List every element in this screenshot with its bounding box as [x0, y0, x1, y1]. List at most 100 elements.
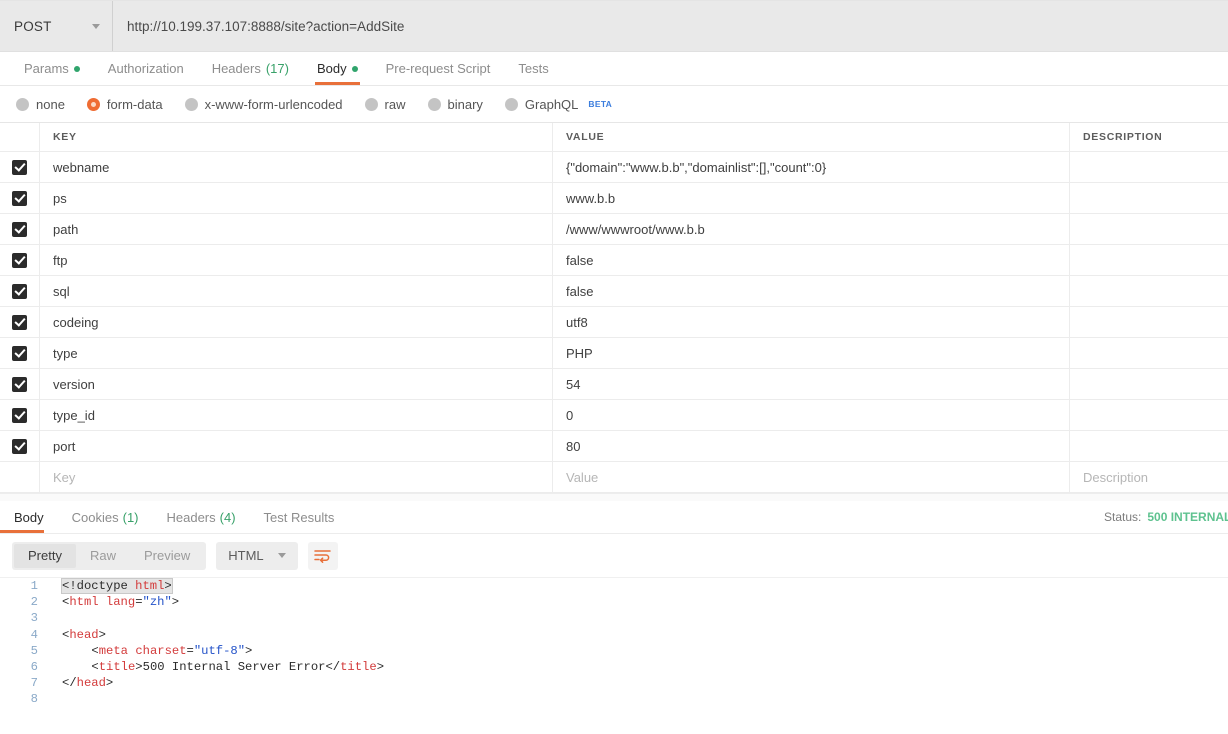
- row-value-cell[interactable]: utf8: [553, 307, 1070, 337]
- request-url-input[interactable]: http://10.199.37.107:8888/site?action=Ad…: [113, 1, 1228, 51]
- body-mode-form-data[interactable]: form-data: [83, 97, 175, 112]
- response-tab-headers[interactable]: Headers (4): [153, 501, 250, 533]
- body-mode-graphql[interactable]: GraphQL BETA: [501, 97, 624, 112]
- row-value-cell[interactable]: www.b.b: [553, 183, 1070, 213]
- row-key-cell[interactable]: type: [40, 338, 553, 368]
- row-key-cell[interactable]: path: [40, 214, 553, 244]
- row-checkbox[interactable]: [12, 252, 27, 268]
- header-key: KEY: [40, 123, 553, 151]
- code-token: >: [376, 659, 385, 674]
- row-value-cell[interactable]: 80: [553, 431, 1070, 461]
- row-value-cell[interactable]: PHP: [553, 338, 1070, 368]
- row-value-cell[interactable]: /www/wwwroot/www.b.b: [553, 214, 1070, 244]
- row-checkbox[interactable]: [12, 221, 27, 237]
- request-tab-pre-request-script[interactable]: Pre-request Script: [372, 52, 505, 85]
- row-checkbox[interactable]: [12, 376, 27, 392]
- response-format-select[interactable]: HTML: [216, 541, 298, 570]
- code-token: head: [69, 627, 99, 642]
- row-description-cell[interactable]: [1070, 152, 1228, 182]
- row-value-text: www.b.b: [566, 190, 616, 206]
- row-key-cell[interactable]: version: [40, 369, 553, 399]
- code-token: =: [186, 643, 194, 658]
- table-row: webname {"domain":"www.b.b","domainlist":…: [0, 152, 1228, 183]
- row-value-cell[interactable]: false: [553, 276, 1070, 306]
- code-token: >: [245, 643, 253, 658]
- row-description-cell[interactable]: [1070, 183, 1228, 213]
- row-description-cell[interactable]: [1070, 431, 1228, 461]
- response-tab-cookies[interactable]: Cookies (1): [58, 501, 153, 533]
- row-value-cell[interactable]: {"domain":"www.b.b","domainlist":[],"cou…: [553, 152, 1070, 182]
- code-token: >: [98, 627, 106, 642]
- body-mode-raw[interactable]: raw: [361, 97, 418, 112]
- row-checkbox[interactable]: [12, 407, 27, 423]
- code-token: "zh": [142, 595, 172, 610]
- row-key-cell[interactable]: webname: [40, 152, 553, 182]
- row-checkbox-cell: [0, 183, 40, 213]
- row-checkbox-cell: [0, 369, 40, 399]
- row-key-cell[interactable]: ftp: [40, 245, 553, 275]
- row-value-cell[interactable]: false: [553, 245, 1070, 275]
- request-tab-tests[interactable]: Tests: [504, 52, 562, 85]
- row-value-text: 80: [566, 438, 581, 454]
- wrap-lines-icon: [314, 549, 331, 563]
- row-description-cell[interactable]: [1070, 214, 1228, 244]
- http-method-select[interactable]: POST: [0, 1, 113, 51]
- row-description-cell[interactable]: [1070, 307, 1228, 337]
- tab-count: (4): [219, 509, 236, 525]
- request-tab-body[interactable]: Body: [303, 52, 372, 85]
- view-mode-raw[interactable]: Raw: [76, 544, 130, 568]
- code-text: <title>500 Internal Server Error</title>: [44, 659, 384, 675]
- row-checkbox[interactable]: [12, 345, 27, 361]
- line-number: 5: [30, 643, 38, 658]
- code-text: <head>: [44, 627, 106, 643]
- request-url-text: http://10.199.37.107:8888/site?action=Ad…: [127, 18, 405, 34]
- row-checkbox-cell: [0, 245, 40, 275]
- row-description-cell[interactable]: [1070, 276, 1228, 306]
- response-view-toolbar: Pretty Raw Preview HTML: [0, 534, 1228, 578]
- request-tab-headers[interactable]: Headers (17): [198, 52, 303, 85]
- code-text: <!doctype html>: [44, 578, 173, 594]
- row-description-cell[interactable]: [1070, 369, 1228, 399]
- response-tab-test-results[interactable]: Test Results: [250, 501, 349, 533]
- body-mode-binary[interactable]: binary: [424, 97, 495, 112]
- tab-label: Body: [316, 61, 347, 76]
- row-key-cell[interactable]: codeing: [40, 307, 553, 337]
- row-description-cell[interactable]: [1070, 338, 1228, 368]
- modified-dot-icon: [73, 65, 80, 72]
- body-mode-x-www-form-urlencoded[interactable]: x-www-form-urlencoded: [181, 97, 355, 112]
- row-key-text: port: [53, 438, 76, 454]
- code-line: 3: [0, 610, 1228, 626]
- request-tab-params[interactable]: Params: [10, 52, 94, 85]
- row-checkbox[interactable]: [12, 159, 27, 175]
- row-key-cell[interactable]: sql: [40, 276, 553, 306]
- header-description: DESCRIPTION: [1083, 131, 1163, 143]
- request-tab-authorization[interactable]: Authorization: [94, 52, 198, 85]
- row-key-cell[interactable]: port: [40, 431, 553, 461]
- code-token: =: [135, 595, 143, 610]
- row-checkbox[interactable]: [12, 190, 27, 206]
- row-key-cell[interactable]: type_id: [40, 400, 553, 430]
- wrap-lines-button[interactable]: [307, 541, 338, 570]
- row-description-cell[interactable]: [1070, 400, 1228, 430]
- code-line: 8: [0, 691, 1228, 707]
- response-body-code-viewer[interactable]: 1 <!doctype html> 2 <html lang="zh"> 3 4 <head…: [0, 578, 1228, 724]
- row-description-cell[interactable]: [1070, 245, 1228, 275]
- new-row-key-cell[interactable]: Key: [40, 462, 553, 492]
- row-checkbox[interactable]: [12, 438, 27, 454]
- new-row-description-cell[interactable]: Description: [1070, 462, 1228, 492]
- view-mode-preview[interactable]: Preview: [130, 544, 204, 568]
- row-value-cell[interactable]: 0: [553, 400, 1070, 430]
- body-mode-label: none: [36, 96, 65, 112]
- row-key-cell[interactable]: ps: [40, 183, 553, 213]
- row-checkbox-cell: [0, 338, 40, 368]
- row-checkbox[interactable]: [12, 314, 27, 330]
- new-row-value-cell[interactable]: Value: [553, 462, 1070, 492]
- code-token: >: [164, 579, 172, 593]
- row-checkbox-cell: [0, 431, 40, 461]
- view-mode-pretty[interactable]: Pretty: [14, 543, 76, 568]
- row-checkbox[interactable]: [12, 283, 27, 299]
- response-tab-body[interactable]: Body: [0, 501, 58, 533]
- body-mode-none[interactable]: none: [12, 97, 77, 112]
- row-value-cell[interactable]: 54: [553, 369, 1070, 399]
- response-status: Status: 500 INTERNAL SE: [1080, 501, 1228, 533]
